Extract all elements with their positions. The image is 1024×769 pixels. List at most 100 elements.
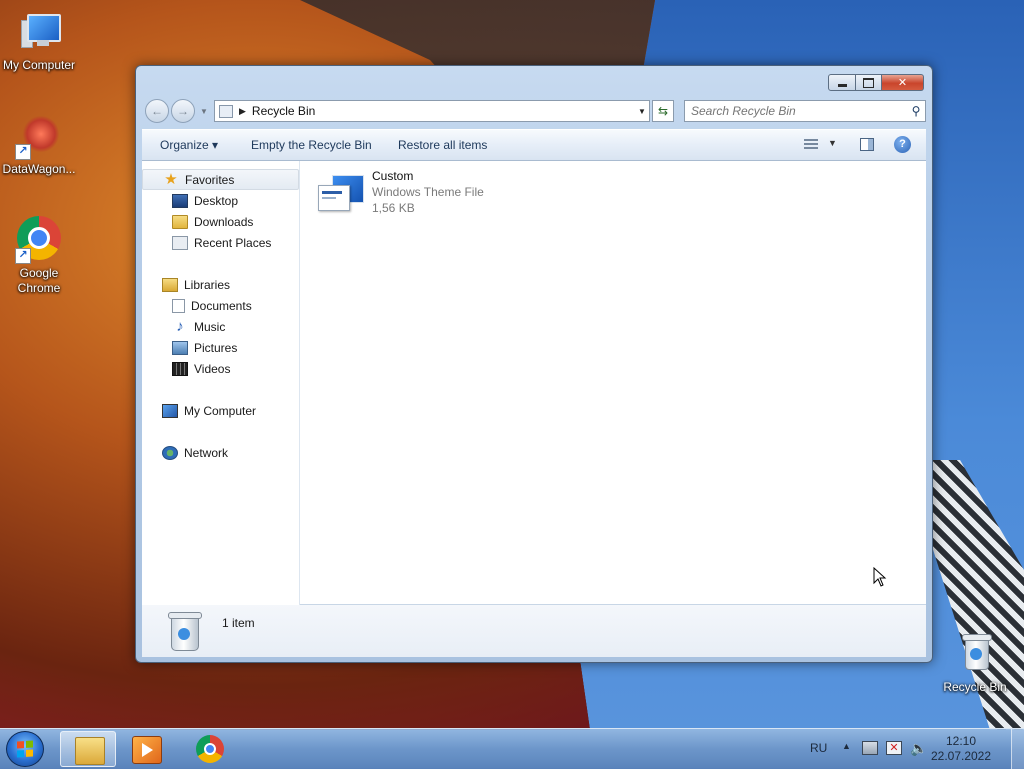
nav-item-label: Pictures xyxy=(194,340,238,355)
search-input[interactable] xyxy=(685,103,907,119)
view-details-icon xyxy=(804,139,818,151)
nav-item-my-computer[interactable]: My Computer xyxy=(142,400,319,421)
start-button[interactable] xyxy=(6,731,44,767)
restore-all-items-button[interactable]: Restore all items xyxy=(398,138,487,152)
file-size: 1,56 KB xyxy=(372,201,415,215)
pictures-icon xyxy=(172,340,188,355)
navigation-bar: ← → ▼ ▶ Recycle Bin ▼ ⇆ ⚲ xyxy=(144,99,926,123)
organize-label: Organize xyxy=(160,138,209,152)
chrome-icon xyxy=(196,735,224,763)
language-indicator[interactable]: RU xyxy=(810,741,827,755)
organize-button[interactable]: Organize ▾ xyxy=(160,138,218,152)
nav-item-label: Favorites xyxy=(185,172,235,187)
file-list: Custom Windows Theme File 1,56 KB xyxy=(300,161,926,605)
network-icon xyxy=(162,445,178,460)
refresh-button[interactable]: ⇆ xyxy=(652,100,674,122)
desktop-icon xyxy=(172,193,188,208)
nav-item-label: Network xyxy=(184,445,229,460)
content-area: ★ Favorites Desktop Downloads Recent Pla… xyxy=(142,161,926,605)
desktop-icon-recycle-bin[interactable]: Recycle Bin xyxy=(935,630,1015,695)
minimize-icon xyxy=(837,83,847,87)
datawagon-icon: ↗ xyxy=(15,112,63,160)
navigation-pane: ★ Favorites Desktop Downloads Recent Pla… xyxy=(142,161,300,605)
address-dropdown-icon[interactable]: ▼ xyxy=(635,107,649,116)
close-icon: ✕ xyxy=(897,77,908,89)
recycle-bin-icon xyxy=(164,610,204,652)
item-count: 1 item xyxy=(222,616,255,630)
breadcrumb-separator-icon[interactable]: ▶ xyxy=(239,106,246,117)
windows-logo-icon xyxy=(17,740,33,758)
shortcut-arrow-icon: ↗ xyxy=(15,144,31,160)
list-item[interactable]: Custom Windows Theme File 1,56 KB xyxy=(318,169,518,219)
nav-item-label: Videos xyxy=(194,361,231,376)
recycle-bin-small-icon xyxy=(219,104,233,118)
address-bar[interactable]: ▶ Recycle Bin ▼ xyxy=(214,100,650,122)
minimize-button[interactable] xyxy=(828,74,856,91)
help-button[interactable]: ? xyxy=(894,136,911,153)
star-icon: ★ xyxy=(164,170,178,188)
maximize-button[interactable] xyxy=(856,74,882,91)
command-bar: Organize ▾ Empty the Recycle Bin Restore… xyxy=(142,129,926,161)
desktop-icon-my-computer[interactable]: My Computer xyxy=(0,8,79,73)
theme-file-icon xyxy=(318,175,364,211)
forward-button[interactable]: → xyxy=(171,99,195,123)
breadcrumb[interactable]: Recycle Bin xyxy=(252,104,635,118)
nav-item-label: Documents xyxy=(191,298,252,313)
change-view-button[interactable]: ▼ xyxy=(804,138,838,154)
network-status-icon[interactable] xyxy=(862,741,878,755)
nav-item-label: My Computer xyxy=(184,403,257,418)
caption-buttons: ✕ xyxy=(828,74,924,91)
show-desktop-button[interactable] xyxy=(1011,729,1024,769)
nav-item-network[interactable]: Network xyxy=(142,442,319,463)
recycle-bin-icon xyxy=(951,630,999,678)
clock-time: 12:10 xyxy=(945,734,977,748)
show-hidden-icons-icon[interactable]: ▲ xyxy=(842,741,851,751)
chrome-icon: ↗ xyxy=(15,216,63,264)
clock-date: 22.07.2022 xyxy=(930,749,992,763)
folder-icon xyxy=(75,737,105,765)
music-note-icon: ♪ xyxy=(176,317,184,335)
help-icon: ? xyxy=(899,138,906,150)
refresh-icon: ⇆ xyxy=(657,104,669,118)
file-name: Custom xyxy=(372,169,414,183)
close-button[interactable]: ✕ xyxy=(882,74,924,91)
forward-arrow-icon: → xyxy=(177,104,189,118)
maximize-icon xyxy=(863,77,874,88)
nav-item-label: Downloads xyxy=(194,214,254,229)
back-button[interactable]: ← xyxy=(145,99,169,123)
shortcut-arrow-icon: ↗ xyxy=(15,248,31,264)
nav-item-label: Recent Places xyxy=(194,235,272,250)
nav-item-libraries[interactable]: Libraries xyxy=(142,274,319,295)
taskbar-chrome-button[interactable] xyxy=(182,731,238,767)
action-center-icon[interactable]: ✕ xyxy=(886,741,902,755)
explorer-window[interactable]: ✕ ← → ▼ ▶ Recycle Bin ▼ ⇆ ⚲ Organize ▾ E… xyxy=(135,65,933,663)
back-arrow-icon: ← xyxy=(151,104,163,118)
file-type: Windows Theme File xyxy=(372,185,484,199)
media-player-icon xyxy=(132,736,162,764)
desktop-icon-label: DataWagon... xyxy=(2,162,76,176)
search-box[interactable]: ⚲ xyxy=(684,100,926,122)
nav-item-label: Desktop xyxy=(194,193,239,208)
computer-icon xyxy=(15,8,63,56)
nav-item-label: Libraries xyxy=(184,277,231,292)
preview-pane-button[interactable] xyxy=(860,138,874,151)
desktop-icon-datawagon[interactable]: ↗ DataWagon... xyxy=(0,112,79,177)
volume-icon[interactable]: 🔈 xyxy=(910,740,927,757)
desktop-icon-label: Recycle Bin xyxy=(943,680,1007,694)
desktop-icon-label: Google Chrome xyxy=(17,266,61,295)
details-pane: 1 item xyxy=(142,605,926,657)
recent-pages-dropdown[interactable]: ▼ xyxy=(200,107,208,116)
desktop-icon-google-chrome[interactable]: ↗ Google Chrome xyxy=(0,216,79,296)
computer-icon xyxy=(162,403,178,418)
desktop-icon-label: My Computer xyxy=(2,58,76,72)
downloads-folder-icon xyxy=(172,214,188,229)
documents-icon xyxy=(172,298,185,313)
search-icon[interactable]: ⚲ xyxy=(907,104,925,118)
chevron-down-icon: ▼ xyxy=(828,138,837,148)
clock[interactable]: 12:10 22.07.2022 xyxy=(926,734,996,764)
empty-recycle-bin-button[interactable]: Empty the Recycle Bin xyxy=(251,138,372,152)
taskbar-explorer-button[interactable] xyxy=(60,731,116,767)
nav-item-favorites[interactable]: ★ Favorites xyxy=(142,169,299,190)
taskbar-media-player-button[interactable] xyxy=(118,731,174,767)
nav-item-label: Music xyxy=(194,319,226,334)
